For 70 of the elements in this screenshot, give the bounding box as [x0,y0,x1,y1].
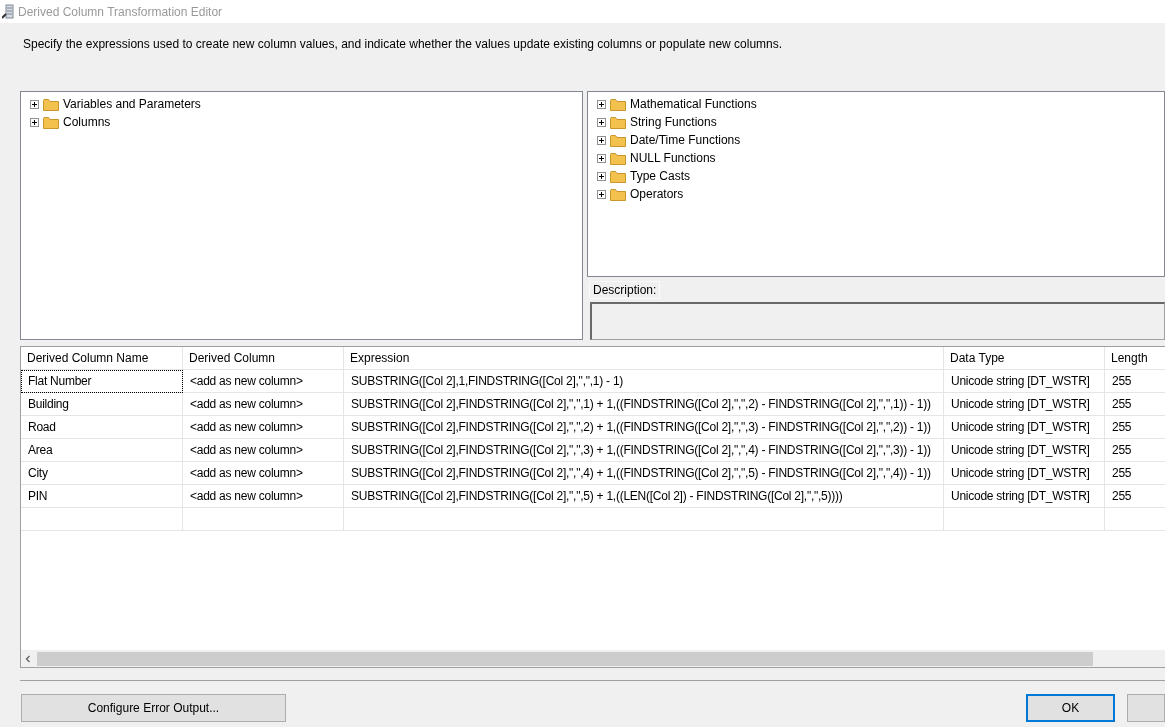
table-cell[interactable]: PIN [21,485,183,508]
table-cell[interactable]: Unicode string [DT_WSTR] [944,462,1105,485]
folder-icon [43,97,59,111]
table-cell[interactable]: Road [21,416,183,439]
table-cell[interactable]: 255 [1105,416,1165,439]
table-cell[interactable]: <add as new column> [183,370,344,393]
table-cell[interactable]: SUBSTRING([Col 2],FINDSTRING([Col 2],",",4) + 1,((FINDSTRING([Col 2],",",5) - FINDSTRING([Col 2],",",4)) - 1)) [344,462,944,485]
table-cell[interactable]: <add as new column> [183,416,344,439]
empty-cell[interactable] [21,508,183,531]
expand-icon[interactable] [597,135,606,145]
folder-icon [610,115,626,129]
table-cell[interactable]: <add as new column> [183,393,344,416]
tree-item[interactable]: Columns [63,115,111,129]
table-cell[interactable]: <add as new column> [183,485,344,508]
table-cell[interactable]: Area [21,439,183,462]
tree-item[interactable]: String Functions [630,115,717,129]
table-cell[interactable]: 255 [1105,393,1165,416]
table-cell[interactable]: <add as new column> [183,439,344,462]
table-cell[interactable]: Unicode string [DT_WSTR] [944,416,1105,439]
folder-icon [610,151,626,165]
column-header[interactable]: Expression [344,347,944,370]
expand-icon[interactable] [597,171,606,181]
table-cell[interactable]: SUBSTRING([Col 2],FINDSTRING([Col 2],",",5) + 1,((LEN([Col 2]) - FINDSTRING([Col 2],",",5)))) [344,485,944,508]
expand-icon[interactable] [30,99,39,109]
tree-item[interactable]: Type Casts [630,169,691,183]
scrollbar-thumb[interactable] [37,651,1093,666]
empty-cell[interactable] [183,508,344,531]
configure-error-output-button[interactable]: Configure Error Output... [21,694,286,722]
expand-icon[interactable] [597,189,606,199]
expand-icon[interactable] [597,99,606,109]
table-cell[interactable]: 255 [1105,439,1165,462]
tree-item[interactable]: Date/Time Functions [630,133,741,147]
table-cell[interactable]: Unicode string [DT_WSTR] [944,393,1105,416]
empty-cell[interactable] [344,508,944,531]
tree-item[interactable]: NULL Functions [630,151,716,165]
table-cell[interactable]: Unicode string [DT_WSTR] [944,485,1105,508]
expand-icon[interactable] [597,153,606,163]
folder-icon [610,97,626,111]
table-cell[interactable]: SUBSTRING([Col 2],FINDSTRING([Col 2],",",3) + 1,((FINDSTRING([Col 2],",",4) - FINDSTRING([Col 2],",",3)) - 1)) [344,439,944,462]
table-cell[interactable]: 255 [1105,462,1165,485]
table-cell[interactable]: Unicode string [DT_WSTR] [944,439,1105,462]
table-cell[interactable]: 255 [1105,485,1165,508]
expand-icon[interactable] [597,117,606,127]
table-cell[interactable]: <add as new column> [183,462,344,485]
table-cell[interactable]: Flat Number [21,370,183,393]
folder-icon [610,169,626,183]
instruction-text: Specify the expressions used to create new column values, and indicate whether the values update existing columns or populate new columns. [23,37,784,53]
folder-icon [610,187,626,201]
table-cell[interactable]: Unicode string [DT_WSTR] [944,370,1105,393]
column-header[interactable]: Derived Column Name [21,347,183,370]
column-header[interactable]: Length [1105,347,1165,370]
column-header[interactable]: Derived Column [183,347,344,370]
app-icon [2,4,14,19]
table-cell[interactable]: 255 [1105,370,1165,393]
tree-item[interactable]: Mathematical Functions [630,97,757,111]
table-cell[interactable]: SUBSTRING([Col 2],1,FINDSTRING([Col 2],",",1) - 1) [344,370,944,393]
folder-icon [43,115,59,129]
empty-cell[interactable] [944,508,1105,531]
tree-item[interactable]: Operators [630,187,684,201]
window-title: Derived Column Transformation Editor [18,4,223,19]
table-cell[interactable]: SUBSTRING([Col 2],FINDSTRING([Col 2],",",1) + 1,((FINDSTRING([Col 2],",",2) - FINDSTRING([Col 2],",",1)) - 1)) [344,393,944,416]
table-cell[interactable]: SUBSTRING([Col 2],FINDSTRING([Col 2],",",2) + 1,((FINDSTRING([Col 2],",",3) - FINDSTRING([Col 2],",",2)) - 1)) [344,416,944,439]
column-header[interactable]: Data Type [944,347,1105,370]
table-cell[interactable]: Building [21,393,183,416]
folder-icon [610,133,626,147]
expand-icon[interactable] [30,117,39,127]
table-cell[interactable]: City [21,462,183,485]
ok-button[interactable]: OK [1025,694,1116,722]
description-label: Description: [589,281,661,300]
tree-item[interactable]: Variables and Parameters [63,97,201,111]
